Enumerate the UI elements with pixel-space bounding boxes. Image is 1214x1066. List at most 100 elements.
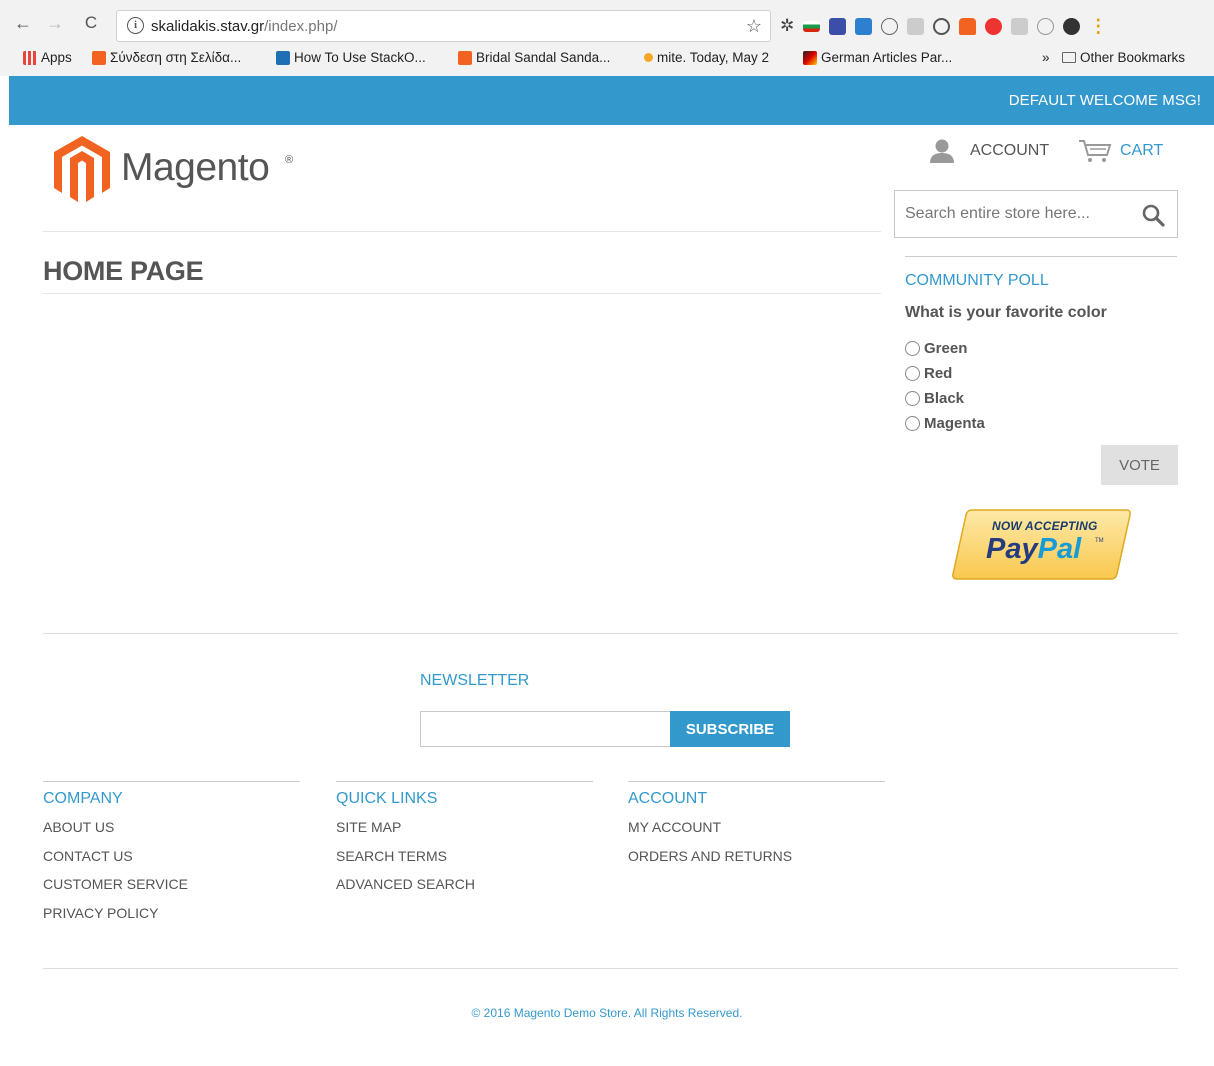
paypal-line1: NOW ACCEPTING [992,519,1098,533]
magento-extension-icon[interactable] [959,17,977,35]
magento-icon [92,50,106,65]
poll-option-red[interactable]: Red [905,361,985,386]
apps-grid-icon [23,50,37,65]
footer-link-about-us[interactable]: ABOUT US [43,818,300,847]
color-extension-icon[interactable] [1063,17,1081,35]
footer-column-title: ACCOUNT [628,790,708,807]
bookmark-apps[interactable]: Apps [23,50,72,65]
account-label: ACCOUNT [970,142,1050,159]
footer-link-contact-us[interactable]: CONTACT US [43,847,300,876]
bookmarks-bar: Apps Σύνδεση στη Σελίδα... How To Use St… [0,46,1214,72]
paypal-badge[interactable]: NOW ACCEPTING PayPal TM [950,508,1132,581]
footer-links: ABOUT US CONTACT US CUSTOMER SERVICE PRI… [43,818,300,932]
search-icon[interactable] [1141,203,1165,227]
cart-icon [1079,140,1112,162]
poll-divider [905,256,1177,257]
footer-column-company: COMPANY ABOUT US CONTACT US CUSTOMER SER… [43,781,300,932]
puzzle-extension-icon[interactable] [829,17,847,35]
paypal-wordmark: PayPal [986,533,1082,565]
welcome-bar: DEFAULT WELCOME MSG! [9,76,1214,125]
address-bar-row: ← → C i skalidakis.stav.gr/index.php/ ☆ … [0,6,1214,44]
back-button[interactable]: ← [12,12,34,34]
header-divider [43,231,881,232]
subscribe-button[interactable]: SUBSCRIBE [670,711,790,747]
footer-link-site-map[interactable]: SITE MAP [336,818,593,847]
forward-button[interactable]: → [44,12,66,34]
newsletter-email-input[interactable] [420,711,671,747]
title-divider [43,293,881,294]
search-input[interactable] [895,191,1135,237]
orange-dot-icon [644,53,653,62]
cart-link[interactable]: CART [1078,139,1163,163]
bookmark-login[interactable]: Σύνδεση στη Σελίδα... [92,50,241,65]
footer-link-search-terms[interactable]: SEARCH TERMS [336,847,593,876]
dropbox-extension-icon[interactable] [907,17,925,35]
bottom-divider [43,968,1178,969]
column-divider [336,781,593,782]
cart-label: CART [1120,142,1164,159]
poll-question: What is your favorite color [905,304,1107,321]
footer-link-customer-service[interactable]: CUSTOMER SERVICE [43,875,300,904]
user-icon [930,139,954,163]
radio-button[interactable] [905,366,920,381]
poll-option-black[interactable]: Black [905,386,985,411]
radio-button[interactable] [905,416,920,431]
account-link[interactable]: ACCOUNT [928,139,1049,163]
logo-text: Magento [121,146,270,189]
poll-options: Green Red Black Magenta [905,336,985,436]
column-divider [628,781,885,782]
vote-button[interactable]: VOTE [1101,445,1178,485]
extension-icons: ✲ ⋮ [780,14,1107,38]
url-text[interactable]: skalidakis.stav.gr/index.php/ [151,18,337,35]
url-bar[interactable]: i skalidakis.stav.gr/index.php/ ☆ [116,10,771,42]
page-title: HOME PAGE [43,256,204,286]
magnifier-extension-icon[interactable] [933,17,951,35]
column-divider [43,781,300,782]
radio-button[interactable] [905,341,920,356]
footer-divider [43,633,1178,634]
footer-column-title: QUICK LINKS [336,790,438,807]
search-box [894,190,1178,238]
browser-chrome: ← → C i skalidakis.stav.gr/index.php/ ☆ … [0,0,1214,76]
gear-extension-icon[interactable]: ✲ [780,16,794,36]
footer-column-title: COMPANY [43,790,123,807]
chat-extension-icon[interactable] [1037,17,1055,35]
poll-option-green[interactable]: Green [905,336,985,361]
bookmark-german[interactable]: German Articles Par... [803,50,952,65]
footer-column-account: ACCOUNT MY ACCOUNT ORDERS AND RETURNS [628,781,885,875]
bookmark-star-icon[interactable]: ☆ [746,16,762,37]
footer-links: MY ACCOUNT ORDERS AND RETURNS [628,818,885,875]
footer-link-my-account[interactable]: MY ACCOUNT [628,818,885,847]
bookmark-mite[interactable]: mite. Today, May 2 [644,50,769,65]
bookmark-bridal[interactable]: Bridal Sandal Sanda... [458,50,610,65]
newsletter-title: NEWSLETTER [420,672,530,689]
footer-link-privacy-policy[interactable]: PRIVACY POLICY [43,904,300,933]
store-logo[interactable]: Magento ® [54,136,294,206]
reload-button[interactable]: C [80,12,102,34]
poll-title: COMMUNITY POLL [905,272,1049,289]
poll-option-magenta[interactable]: Magenta [905,411,985,436]
flag-icon [803,50,817,65]
e-icon [276,50,290,65]
flag-extension-icon[interactable] [803,20,821,32]
footer-link-orders-and-returns[interactable]: ORDERS AND RETURNS [628,847,885,876]
other-bookmarks[interactable]: Other Bookmarks [1062,50,1185,65]
radio-button[interactable] [905,391,920,406]
footer-link-advanced-search[interactable]: ADVANCED SEARCH [336,875,593,904]
paypal-trademark: TM [1095,538,1104,544]
magento-logo-icon [54,136,110,202]
welcome-message: DEFAULT WELCOME MSG! [1008,92,1201,109]
footer-links: SITE MAP SEARCH TERMS ADVANCED SEARCH [336,818,593,904]
info-icon[interactable]: i [127,17,144,34]
logo-registered: ® [285,154,294,166]
folder-icon [1062,52,1076,63]
onepassword-extension-icon[interactable] [881,17,899,35]
download-extension-icon[interactable] [855,17,873,35]
bookmarks-overflow[interactable]: » [1042,50,1050,65]
adblock-extension-icon[interactable] [985,17,1003,35]
menu-dots-icon[interactable]: ⋮ [1089,16,1107,37]
footer-column-quick-links: QUICK LINKS SITE MAP SEARCH TERMS ADVANC… [336,781,593,904]
magento-icon [458,50,472,65]
bookmark-stackoverflow[interactable]: How To Use StackO... [276,50,426,65]
drive-extension-icon[interactable] [1011,17,1029,35]
